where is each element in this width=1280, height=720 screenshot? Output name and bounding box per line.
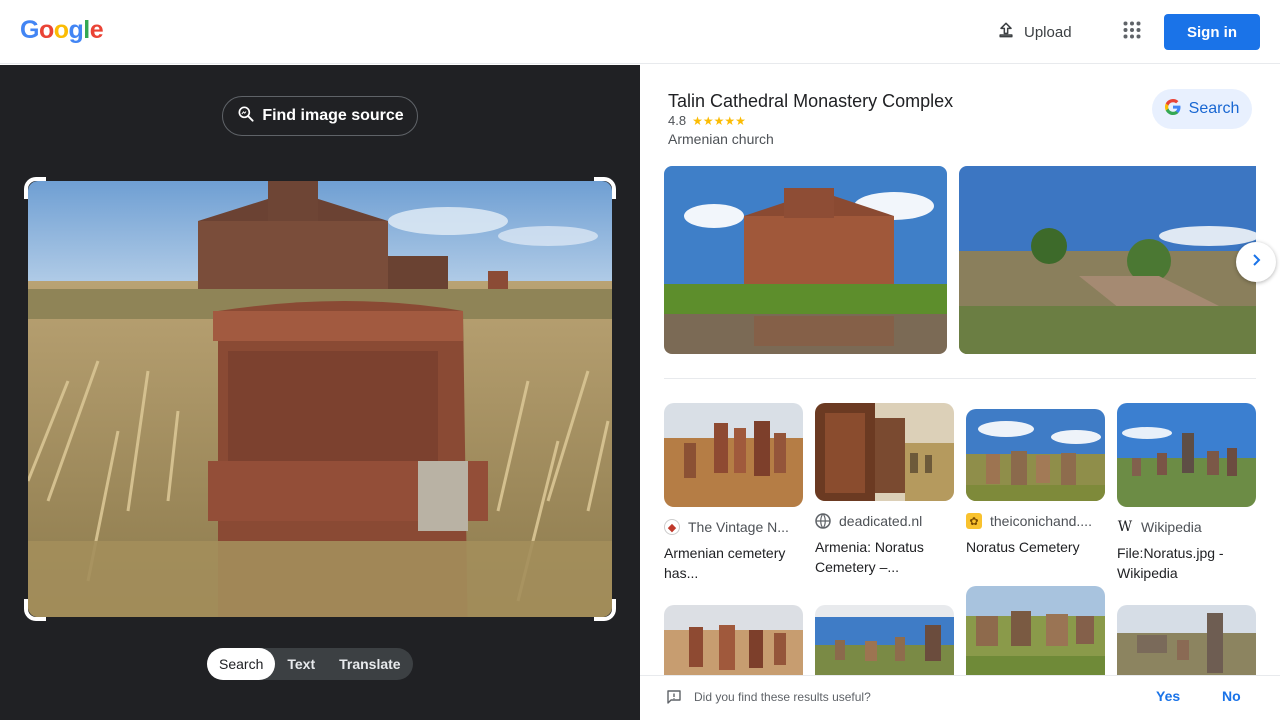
result-thumbnail: [1117, 403, 1256, 507]
iconic-hand-favicon: ✿: [966, 513, 982, 529]
result-card[interactable]: [815, 605, 954, 685]
vintage-news-favicon: ◆: [664, 519, 680, 535]
result-thumbnail: [664, 403, 803, 507]
logo-letter: o: [53, 16, 69, 44]
result-thumbnail: [815, 605, 954, 685]
feedback-no-button[interactable]: No: [1222, 688, 1241, 704]
result-source: deadicated.nl: [815, 513, 954, 529]
result-card[interactable]: [664, 605, 803, 685]
crop-handle-bottom-left[interactable]: [24, 599, 46, 621]
result-card[interactable]: ✿ theiconichand.... Noratus Cemetery: [966, 403, 1105, 557]
tab-text[interactable]: Text: [275, 648, 327, 680]
logo-letter: e: [89, 16, 104, 44]
knowledge-panel-subtitle: Armenian church: [668, 131, 774, 147]
hero-image-ruins[interactable]: [959, 166, 1256, 354]
image-search-icon: [236, 104, 256, 129]
result-thumbnail: [966, 586, 1105, 685]
logo-letter: o: [38, 16, 54, 44]
result-source: W Wikipedia: [1117, 519, 1256, 535]
upload-button[interactable]: Upload: [988, 16, 1080, 48]
result-source: ✿ theiconichand....: [966, 513, 1105, 529]
apps-button[interactable]: [1116, 16, 1148, 48]
top-bar: Google Upload Sign in: [0, 0, 1280, 64]
result-thumbnail: [815, 403, 954, 501]
apps-grid-icon: [1123, 21, 1141, 44]
rating-row: 4.8 ★★★★★: [668, 113, 746, 128]
feedback-yes-button[interactable]: Yes: [1156, 688, 1180, 704]
sign-in-button[interactable]: Sign in: [1164, 14, 1260, 50]
feedback-question: Did you find these results useful?: [694, 690, 871, 704]
feedback-icon: [666, 689, 682, 710]
upload-label: Upload: [1024, 23, 1072, 41]
uploaded-image: [28, 181, 612, 617]
chevron-right-icon: [1248, 252, 1264, 273]
result-source-name: Wikipedia: [1141, 519, 1202, 535]
wikipedia-icon: W: [1117, 519, 1133, 535]
result-thumbnail: [966, 409, 1105, 501]
knowledge-search-button[interactable]: Search: [1152, 89, 1252, 129]
logo-letter: G: [20, 16, 39, 44]
tab-search[interactable]: Search: [207, 648, 276, 680]
result-card[interactable]: ◆ The Vintage N... Armenian cemetery has…: [664, 403, 803, 583]
google-g-icon: [1164, 98, 1181, 120]
rating-stars: ★★★★★: [692, 113, 746, 128]
result-title: Noratus Cemetery: [966, 539, 1080, 555]
find-image-source-button[interactable]: Find image source: [222, 96, 418, 136]
result-title: File:Noratus.jpg - Wikipedia: [1117, 545, 1224, 581]
google-logo[interactable]: Google: [20, 16, 104, 45]
upload-icon: [996, 20, 1016, 44]
crop-selection[interactable]: [24, 177, 616, 621]
crop-handle-bottom-right[interactable]: [594, 599, 616, 621]
result-card[interactable]: W Wikipedia File:Noratus.jpg - Wikipedia: [1117, 403, 1256, 583]
lens-image-pane: Find image source Search Text Translate: [0, 65, 640, 720]
mode-tabs: Search Text Translate: [207, 648, 413, 680]
result-source: ◆ The Vintage N...: [664, 519, 803, 535]
result-source-name: The Vintage N...: [688, 519, 789, 535]
result-title: Armenia: Noratus Cemetery –...: [815, 539, 924, 575]
feedback-bar: Did you find these results useful? Yes N…: [640, 675, 1280, 720]
result-title: Armenian cemetery has...: [664, 545, 786, 581]
section-divider: [664, 378, 1256, 379]
result-source-name: theiconichand....: [990, 513, 1092, 529]
result-card[interactable]: [1117, 605, 1256, 685]
rating-value: 4.8: [668, 113, 687, 128]
find-image-source-label: Find image source: [262, 107, 404, 124]
results-pane: Talin Cathedral Monastery Complex 4.8 ★★…: [640, 65, 1280, 720]
knowledge-panel-title[interactable]: Talin Cathedral Monastery Complex: [668, 91, 953, 112]
result-thumbnail: [664, 605, 803, 685]
result-thumbnail: [1117, 605, 1256, 685]
result-card[interactable]: deadicated.nl Armenia: Noratus Cemetery …: [815, 403, 954, 577]
tab-translate[interactable]: Translate: [327, 648, 412, 680]
globe-icon: [815, 513, 831, 529]
hero-image-church[interactable]: [664, 166, 947, 354]
logo-letter: g: [68, 16, 84, 44]
result-source-name: deadicated.nl: [839, 513, 923, 529]
result-card[interactable]: [966, 586, 1105, 685]
crop-handle-top-left[interactable]: [24, 177, 46, 199]
carousel-next-button[interactable]: [1236, 242, 1276, 282]
knowledge-search-label: Search: [1188, 100, 1240, 117]
crop-handle-top-right[interactable]: [594, 177, 616, 199]
